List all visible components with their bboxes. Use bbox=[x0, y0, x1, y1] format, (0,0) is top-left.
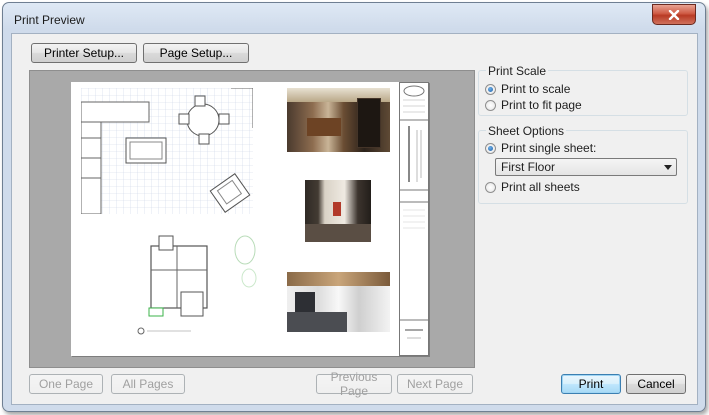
cancel-button[interactable]: Cancel bbox=[626, 374, 686, 394]
close-icon bbox=[668, 9, 680, 20]
print-button[interactable]: Print bbox=[561, 374, 621, 394]
floor-plan-second bbox=[137, 235, 257, 335]
print-to-fit-label: Print to fit page bbox=[501, 98, 582, 112]
render-photo-kitchen bbox=[287, 88, 390, 152]
all-pages-button[interactable]: All Pages bbox=[111, 374, 185, 394]
next-page-button[interactable]: Next Page bbox=[397, 374, 473, 394]
printer-setup-button[interactable]: Printer Setup... bbox=[31, 43, 137, 63]
close-button[interactable] bbox=[652, 4, 696, 25]
print-single-sheet-label: Print single sheet: bbox=[501, 141, 597, 155]
print-single-sheet-radio[interactable]: Print single sheet: bbox=[485, 141, 596, 155]
print-all-sheets-label: Print all sheets bbox=[501, 180, 580, 194]
title-block bbox=[399, 82, 429, 356]
render-photo-bathroom bbox=[287, 272, 390, 332]
print-to-scale-label: Print to scale bbox=[501, 82, 571, 96]
render-photo-hallway bbox=[305, 180, 371, 242]
radio-selected-icon bbox=[485, 83, 496, 95]
radio-unselected-icon bbox=[485, 181, 496, 193]
one-page-button[interactable]: One Page bbox=[29, 374, 103, 394]
title-bar[interactable]: Print Preview bbox=[3, 3, 705, 33]
print-all-sheets-radio[interactable]: Print all sheets bbox=[485, 180, 580, 194]
sheet-options-label: Sheet Options bbox=[486, 124, 567, 138]
radio-selected-icon bbox=[485, 142, 496, 154]
print-preview-window: Print Preview Printer Setup... Page Setu… bbox=[2, 2, 706, 412]
previous-page-button[interactable]: Previous Page bbox=[316, 370, 392, 398]
print-to-fit-radio[interactable]: Print to fit page bbox=[485, 98, 582, 112]
page-preview-area[interactable] bbox=[29, 70, 475, 368]
sheet-select-dropdown[interactable]: First Floor bbox=[495, 158, 677, 176]
sheet-select-value: First Floor bbox=[501, 160, 555, 174]
print-to-scale-radio[interactable]: Print to scale bbox=[485, 82, 570, 96]
dialog-body: Printer Setup... Page Setup... Print Sca… bbox=[11, 33, 698, 405]
window-title: Print Preview bbox=[14, 13, 85, 27]
radio-unselected-icon bbox=[485, 99, 496, 111]
floor-plan-drawing bbox=[81, 88, 253, 214]
print-scale-label: Print Scale bbox=[486, 64, 549, 78]
page-setup-button[interactable]: Page Setup... bbox=[143, 43, 249, 63]
preview-sheet bbox=[71, 82, 429, 356]
dropdown-arrow-icon bbox=[664, 165, 672, 170]
